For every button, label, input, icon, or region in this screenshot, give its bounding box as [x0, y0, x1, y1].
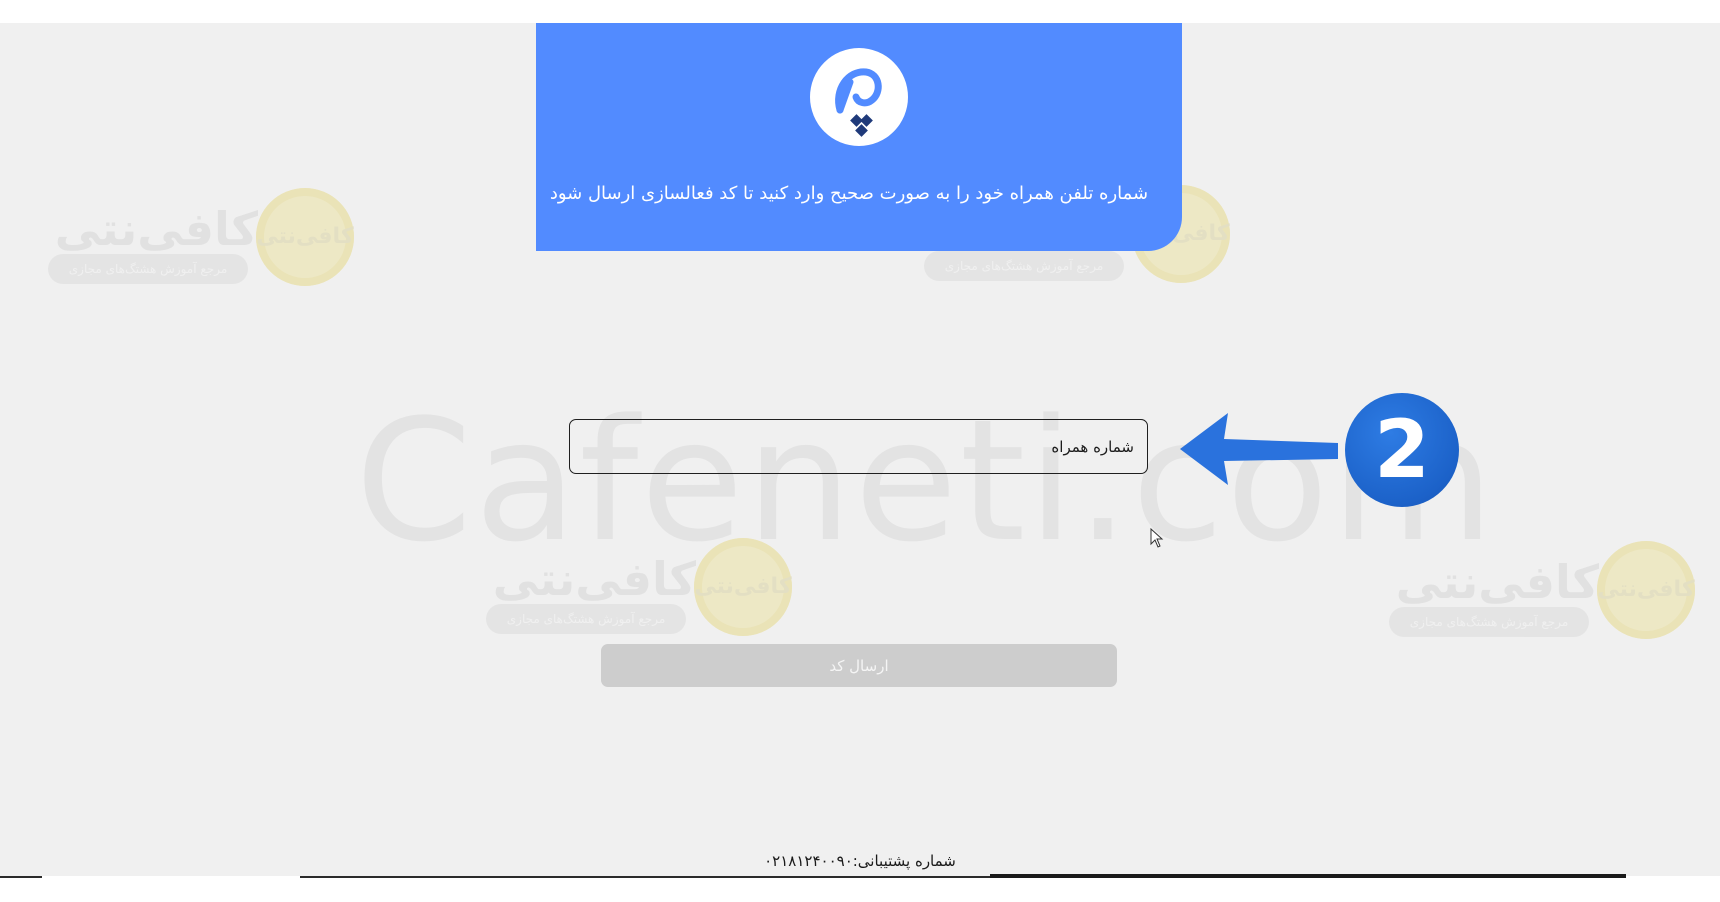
support-phone-text: شماره پشتیبانی:۰۲۱۸۱۲۴۰۰۹۰ [764, 852, 956, 870]
instruction-text: شماره تلفن همراه خود را به صورت صحیح وار… [549, 183, 1149, 204]
header-card: شماره تلفن همراه خود را به صورت صحیح وار… [536, 23, 1182, 251]
divider [300, 876, 990, 878]
watermark-badge: کافی‌نتی [1597, 541, 1695, 639]
divider [0, 876, 42, 878]
step-number-badge: 2 [1345, 393, 1459, 507]
watermark-logo: کافی‌نتی کافی‌نتی مرجع آموزش هشتگ‌های مج… [1365, 541, 1695, 651]
brand-logo-icon [810, 48, 908, 146]
watermark-badge: کافی‌نتی [694, 538, 792, 636]
app-stage: Cafeneti.com کافی‌نتی کافی‌نتی مرجع آموز… [0, 23, 1720, 876]
watermark-badge: کافی‌نتی [256, 188, 354, 286]
phone-number-input[interactable] [569, 419, 1148, 474]
scrollbar-thumb[interactable] [990, 874, 1626, 878]
annotation-arrow-icon [1180, 413, 1338, 485]
send-code-button[interactable]: ارسال کد [601, 644, 1117, 687]
watermark-logo: کافی‌نتی کافی‌نتی مرجع آموزش هشتگ‌های مج… [462, 538, 792, 648]
watermark-logo: کافی‌نتی کافی‌نتی مرجع آموزش هشتگ‌های مج… [24, 188, 354, 298]
bottom-strip [0, 874, 1720, 902]
mouse-cursor-icon [1150, 528, 1164, 548]
